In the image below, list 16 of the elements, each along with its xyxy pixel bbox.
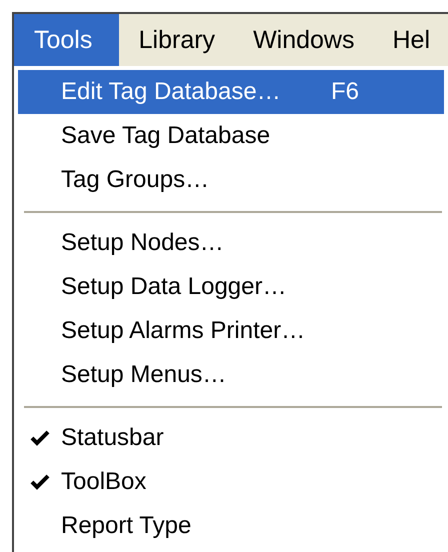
- menu-title[interactable]: Tools: [14, 14, 119, 66]
- menu-item[interactable]: Edit Tag Database… F6: [18, 70, 444, 114]
- checkmark-icon: [30, 474, 50, 490]
- menu-item[interactable]: Report Type: [18, 504, 444, 548]
- menu-item[interactable]: Save Tag Database: [18, 114, 444, 158]
- menu-item[interactable]: Tag Groups…: [18, 158, 444, 202]
- menu-item[interactable]: Setup Menus…: [18, 353, 444, 397]
- menu-title[interactable]: Library: [118, 14, 234, 66]
- menu-title[interactable]: Windows: [233, 14, 372, 66]
- menu-item[interactable]: Setup Nodes…: [18, 221, 444, 265]
- checkmark-icon: [30, 430, 50, 446]
- menu-item[interactable]: ToolBox: [18, 460, 444, 504]
- menu-item[interactable]: Setup Data Logger…: [18, 265, 444, 309]
- menu-item[interactable]: Statusbar: [18, 416, 444, 460]
- menu-title[interactable]: Hel: [372, 14, 448, 66]
- menu-item[interactable]: Setup Alarms Printer…: [18, 309, 444, 353]
